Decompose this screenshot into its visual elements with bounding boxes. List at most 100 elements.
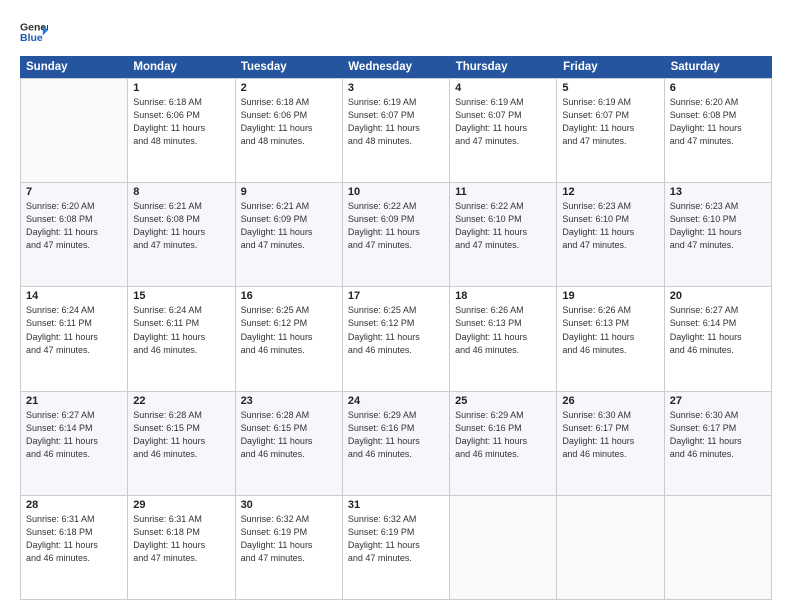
calendar-cell: 24 Sunrise: 6:29 AM Sunset: 6:16 PM Dayli… [343,392,450,495]
calendar-cell [21,79,128,182]
calendar-cell: 17 Sunrise: 6:25 AM Sunset: 6:12 PM Dayli… [343,287,450,390]
day-info: Sunrise: 6:23 AM Sunset: 6:10 PM Dayligh… [670,200,766,252]
day-info: Sunrise: 6:32 AM Sunset: 6:19 PM Dayligh… [241,513,337,565]
day-number: 12 [562,186,658,198]
day-info: Sunrise: 6:29 AM Sunset: 6:16 PM Dayligh… [348,409,444,461]
calendar-cell: 28 Sunrise: 6:31 AM Sunset: 6:18 PM Dayli… [21,496,128,599]
day-number: 19 [562,290,658,302]
weekday-header: Sunday [20,56,127,78]
day-number: 5 [562,82,658,94]
calendar-cell: 4 Sunrise: 6:19 AM Sunset: 6:07 PM Daylig… [450,79,557,182]
day-info: Sunrise: 6:22 AM Sunset: 6:10 PM Dayligh… [455,200,551,252]
page-header: General Blue [20,18,772,46]
calendar-cell: 15Sunrise: 6:24 AM Sunset: 6:11 PM Dayli… [128,287,235,390]
calendar-row: 28 Sunrise: 6:31 AM Sunset: 6:18 PM Dayli… [20,495,772,600]
day-info: Sunrise: 6:27 AM Sunset: 6:14 PM Dayligh… [670,304,766,356]
calendar-cell: 29 Sunrise: 6:31 AM Sunset: 6:18 PM Dayli… [128,496,235,599]
calendar-cell: 11 Sunrise: 6:22 AM Sunset: 6:10 PM Dayli… [450,183,557,286]
calendar-row: 14 Sunrise: 6:24 AM Sunset: 6:11 PM Dayli… [20,286,772,390]
calendar-cell: 19 Sunrise: 6:26 AM Sunset: 6:13 PM Dayli… [557,287,664,390]
calendar-cell: 5 Sunrise: 6:19 AM Sunset: 6:07 PM Daylig… [557,79,664,182]
day-info: Sunrise: 6:29 AM Sunset: 6:16 PM Dayligh… [455,409,551,461]
day-info: Sunrise: 6:31 AM Sunset: 6:18 PM Dayligh… [133,513,229,565]
day-number: 10 [348,186,444,198]
calendar-cell: 18 Sunrise: 6:26 AM Sunset: 6:13 PM Dayli… [450,287,557,390]
calendar-body: 1 Sunrise: 6:18 AM Sunset: 6:06 PM Daylig… [20,78,772,600]
day-info: Sunrise: 6:25 AM Sunset: 6:12 PM Dayligh… [348,304,444,356]
day-number: 18 [455,290,551,302]
calendar-cell: 6Sunrise: 6:20 AM Sunset: 6:08 PM Daylig… [665,79,772,182]
day-info: Sunrise: 6:30 AM Sunset: 6:17 PM Dayligh… [562,409,658,461]
day-info: Sunrise: 6:21 AM Sunset: 6:08 PM Dayligh… [133,200,229,252]
day-info: Sunrise: 6:32 AM Sunset: 6:19 PM Dayligh… [348,513,444,565]
day-number: 2 [241,82,337,94]
day-info: Sunrise: 6:26 AM Sunset: 6:13 PM Dayligh… [562,304,658,356]
calendar-cell: 7 Sunrise: 6:20 AM Sunset: 6:08 PM Daylig… [21,183,128,286]
day-number: 23 [241,395,337,407]
day-info: Sunrise: 6:28 AM Sunset: 6:15 PM Dayligh… [133,409,229,461]
day-info: Sunrise: 6:31 AM Sunset: 6:18 PM Dayligh… [26,513,122,565]
day-number: 26 [562,395,658,407]
day-number: 14 [26,290,122,302]
day-info: Sunrise: 6:28 AM Sunset: 6:15 PM Dayligh… [241,409,337,461]
day-info: Sunrise: 6:20 AM Sunset: 6:08 PM Dayligh… [26,200,122,252]
day-number: 7 [26,186,122,198]
logo-icon: General Blue [20,18,48,46]
day-number: 9 [241,186,337,198]
day-info: Sunrise: 6:18 AM Sunset: 6:06 PM Dayligh… [133,96,229,148]
calendar-cell: 2 Sunrise: 6:18 AM Sunset: 6:06 PM Daylig… [236,79,343,182]
weekday-header: Wednesday [342,56,449,78]
calendar-cell: 12Sunrise: 6:23 AM Sunset: 6:10 PM Dayli… [557,183,664,286]
day-number: 27 [670,395,766,407]
svg-text:Blue: Blue [20,32,43,44]
day-number: 3 [348,82,444,94]
calendar: SundayMondayTuesdayWednesdayThursdayFrid… [20,56,772,600]
calendar-cell: 10 Sunrise: 6:22 AM Sunset: 6:09 PM Dayli… [343,183,450,286]
calendar-cell: 26 Sunrise: 6:30 AM Sunset: 6:17 PM Dayli… [557,392,664,495]
calendar-cell: 3Sunrise: 6:19 AM Sunset: 6:07 PM Daylig… [343,79,450,182]
day-info: Sunrise: 6:18 AM Sunset: 6:06 PM Dayligh… [241,96,337,148]
day-info: Sunrise: 6:21 AM Sunset: 6:09 PM Dayligh… [241,200,337,252]
calendar-cell [557,496,664,599]
day-number: 15 [133,290,229,302]
calendar-row: 1 Sunrise: 6:18 AM Sunset: 6:06 PM Daylig… [20,78,772,182]
calendar-cell: 25 Sunrise: 6:29 AM Sunset: 6:16 PM Dayli… [450,392,557,495]
day-number: 29 [133,499,229,511]
calendar-cell: 30Sunrise: 6:32 AM Sunset: 6:19 PM Dayli… [236,496,343,599]
day-number: 24 [348,395,444,407]
calendar-cell: 13 Sunrise: 6:23 AM Sunset: 6:10 PM Dayli… [665,183,772,286]
calendar-row: 7 Sunrise: 6:20 AM Sunset: 6:08 PM Daylig… [20,182,772,286]
day-info: Sunrise: 6:20 AM Sunset: 6:08 PM Dayligh… [670,96,766,148]
logo: General Blue [20,18,48,46]
day-number: 16 [241,290,337,302]
weekday-header: Thursday [450,56,557,78]
calendar-cell: 22Sunrise: 6:28 AM Sunset: 6:15 PM Dayli… [128,392,235,495]
day-info: Sunrise: 6:26 AM Sunset: 6:13 PM Dayligh… [455,304,551,356]
calendar-row: 21Sunrise: 6:27 AM Sunset: 6:14 PM Dayli… [20,391,772,495]
day-info: Sunrise: 6:30 AM Sunset: 6:17 PM Dayligh… [670,409,766,461]
day-number: 17 [348,290,444,302]
day-number: 31 [348,499,444,511]
day-number: 11 [455,186,551,198]
calendar-cell: 1 Sunrise: 6:18 AM Sunset: 6:06 PM Daylig… [128,79,235,182]
day-number: 1 [133,82,229,94]
calendar-cell: 23 Sunrise: 6:28 AM Sunset: 6:15 PM Dayli… [236,392,343,495]
day-info: Sunrise: 6:22 AM Sunset: 6:09 PM Dayligh… [348,200,444,252]
day-info: Sunrise: 6:19 AM Sunset: 6:07 PM Dayligh… [562,96,658,148]
day-number: 28 [26,499,122,511]
day-info: Sunrise: 6:25 AM Sunset: 6:12 PM Dayligh… [241,304,337,356]
day-info: Sunrise: 6:19 AM Sunset: 6:07 PM Dayligh… [455,96,551,148]
day-number: 4 [455,82,551,94]
calendar-header: SundayMondayTuesdayWednesdayThursdayFrid… [20,56,772,78]
weekday-header: Tuesday [235,56,342,78]
day-number: 13 [670,186,766,198]
day-number: 25 [455,395,551,407]
calendar-cell: 8Sunrise: 6:21 AM Sunset: 6:08 PM Daylig… [128,183,235,286]
calendar-cell: 16 Sunrise: 6:25 AM Sunset: 6:12 PM Dayli… [236,287,343,390]
day-info: Sunrise: 6:24 AM Sunset: 6:11 PM Dayligh… [26,304,122,356]
day-number: 21 [26,395,122,407]
calendar-cell [450,496,557,599]
weekday-header: Saturday [665,56,772,78]
calendar-cell: 21Sunrise: 6:27 AM Sunset: 6:14 PM Dayli… [21,392,128,495]
calendar-cell: 31 Sunrise: 6:32 AM Sunset: 6:19 PM Dayli… [343,496,450,599]
